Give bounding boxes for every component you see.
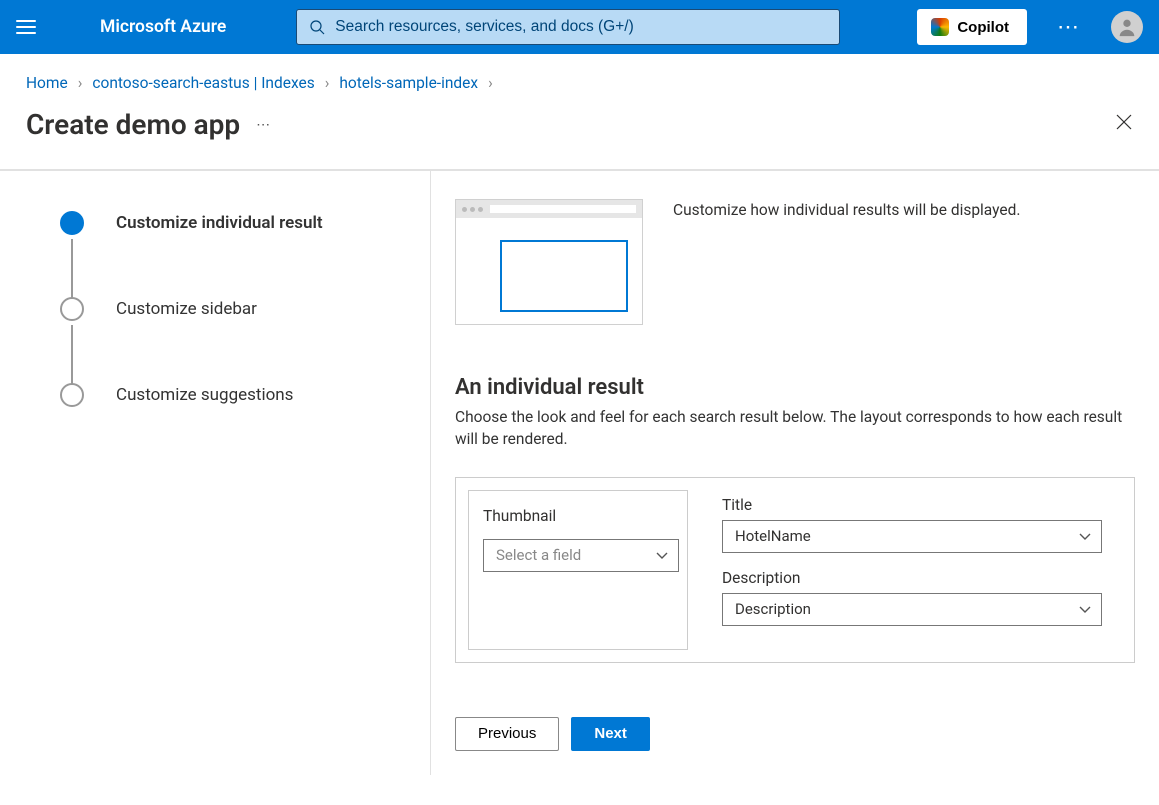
result-config: Thumbnail Select a field Title HotelName	[455, 477, 1135, 663]
result-preview-thumbnail	[455, 199, 643, 325]
description-field-select[interactable]: Description	[722, 593, 1102, 626]
thumbnail-label: Thumbnail	[483, 507, 673, 525]
page-header: Create demo app ⋯	[0, 100, 1159, 169]
breadcrumb-search-service[interactable]: contoso-search-eastus | Indexes	[92, 74, 314, 92]
breadcrumb-index[interactable]: hotels-sample-index	[339, 74, 478, 92]
step-label: Customize suggestions	[116, 385, 293, 405]
title-more-icon[interactable]: ⋯	[256, 117, 271, 133]
step-customize-sidebar[interactable]: Customize sidebar	[60, 297, 430, 321]
brand-logo-text[interactable]: Microsoft Azure	[100, 17, 226, 37]
breadcrumb-home[interactable]: Home	[26, 74, 68, 92]
step-customize-suggestions[interactable]: Customize suggestions	[60, 383, 430, 407]
section-heading: An individual result	[455, 375, 1135, 400]
page-title: Create demo app	[26, 108, 240, 141]
title-label: Title	[722, 496, 1112, 514]
copilot-icon	[931, 18, 949, 36]
chevron-right-icon: ›	[488, 74, 493, 92]
thumbnail-field-select[interactable]: Select a field	[483, 539, 679, 572]
wizard-content: Customize how individual results will be…	[431, 171, 1159, 775]
step-dot-icon	[60, 383, 84, 407]
copilot-label: Copilot	[957, 19, 1009, 36]
previous-button[interactable]: Previous	[455, 717, 559, 751]
title-field-select[interactable]: HotelName	[722, 520, 1102, 553]
search-input[interactable]	[335, 18, 827, 36]
global-search[interactable]	[296, 9, 840, 45]
search-icon	[309, 19, 325, 35]
next-button[interactable]: Next	[571, 717, 650, 751]
topbar: Microsoft Azure Copilot ⋯	[0, 0, 1159, 54]
title-field-value: HotelName	[735, 527, 811, 545]
breadcrumb: Home › contoso-search-eastus | Indexes ›…	[0, 54, 1159, 100]
step-dot-active-icon	[60, 211, 84, 235]
chevron-down-icon	[1079, 527, 1091, 545]
close-icon[interactable]	[1115, 113, 1133, 136]
step-customize-individual-result[interactable]: Customize individual result	[60, 211, 430, 235]
description-field-value: Description	[735, 600, 811, 618]
copilot-button[interactable]: Copilot	[917, 9, 1027, 45]
step-label: Customize sidebar	[116, 299, 257, 319]
chevron-down-icon	[656, 546, 668, 564]
step-label: Customize individual result	[116, 213, 323, 233]
thumbnail-field-value: Select a field	[496, 546, 581, 564]
avatar[interactable]	[1111, 11, 1143, 43]
preview-description: Customize how individual results will be…	[673, 201, 1020, 325]
thumbnail-config: Thumbnail Select a field	[468, 490, 688, 650]
menu-icon[interactable]	[16, 20, 36, 34]
description-label: Description	[722, 569, 1112, 587]
wizard-steps: Customize individual result Customize si…	[0, 171, 431, 775]
step-dot-icon	[60, 297, 84, 321]
section-description: Choose the look and feel for each search…	[455, 406, 1125, 451]
more-icon[interactable]: ⋯	[1041, 15, 1097, 40]
chevron-right-icon: ›	[78, 74, 83, 92]
chevron-down-icon	[1079, 600, 1091, 618]
chevron-right-icon: ›	[325, 74, 330, 92]
